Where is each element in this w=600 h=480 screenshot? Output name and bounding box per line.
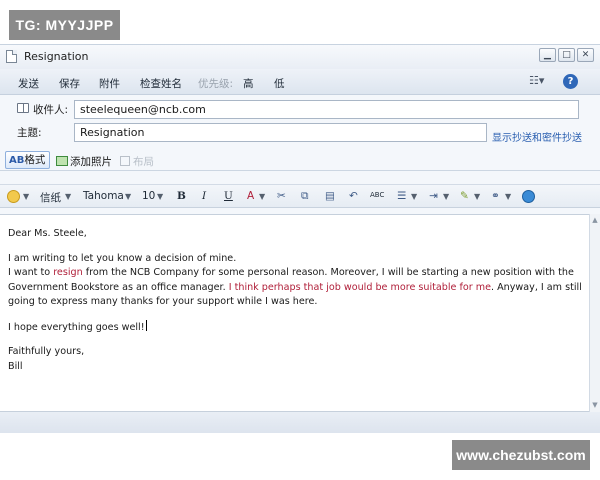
highlight-dropdown-icon[interactable]: ▼ bbox=[474, 192, 480, 201]
format-icon: AB bbox=[9, 155, 25, 166]
subject-field[interactable] bbox=[74, 123, 487, 142]
body-line-2-a: I want to bbox=[8, 267, 54, 278]
paste-icon[interactable]: ▤ bbox=[325, 190, 335, 202]
body-line-1: I am writing to let you know a decision … bbox=[8, 252, 237, 264]
check-names-button[interactable]: 检查姓名 bbox=[140, 76, 182, 91]
show-cc-bcc-link[interactable]: 显示抄送和密件抄送 bbox=[492, 129, 582, 144]
format-button[interactable]: AB格式 bbox=[5, 151, 50, 169]
send-button[interactable]: 发送 bbox=[18, 76, 39, 91]
priority-low-button[interactable]: 低 bbox=[274, 76, 285, 91]
stationery-dropdown-icon[interactable]: ▼ bbox=[65, 192, 71, 201]
emoticon-dropdown-icon[interactable]: ▼ bbox=[23, 192, 29, 201]
text-cursor bbox=[145, 319, 147, 331]
link-dropdown-icon[interactable]: ▼ bbox=[505, 192, 511, 201]
body-line-5: I hope everything goes well! bbox=[8, 319, 583, 336]
size-select[interactable]: 10 bbox=[142, 190, 155, 202]
body-line-5-text: I hope everything goes well! bbox=[8, 321, 145, 333]
address-book-icon[interactable] bbox=[17, 103, 29, 113]
closing-line: Faithfully yours, bbox=[8, 346, 85, 357]
photo-icon bbox=[56, 156, 68, 166]
scroll-up-icon[interactable]: ▲ bbox=[591, 216, 599, 224]
link-icon[interactable]: ⚭ bbox=[491, 190, 500, 202]
layout-icon bbox=[120, 156, 130, 166]
highlight-icon[interactable]: ✎ bbox=[460, 190, 469, 202]
close-button[interactable]: ✕ bbox=[577, 48, 594, 62]
bullet-list-icon[interactable]: ☰ bbox=[397, 190, 406, 202]
body-line-2-c: from the NCB Company for some personal r… bbox=[82, 267, 574, 278]
signature-line: Bill bbox=[8, 360, 23, 372]
to-label: 收件人: bbox=[33, 104, 69, 116]
spell-check-button[interactable]: ABC bbox=[370, 191, 384, 199]
insert-toolbar: AB格式 添加照片 布局 bbox=[0, 149, 600, 171]
document-icon bbox=[6, 50, 17, 63]
watermark-top-left: TG: MYYJJPP bbox=[9, 10, 120, 40]
indent-icon[interactable]: ⇥ bbox=[429, 190, 438, 202]
window-title: Resignation bbox=[24, 50, 89, 63]
globe-icon[interactable] bbox=[522, 190, 535, 203]
address-header: 收件人: 主题: 显示抄送和密件抄送 bbox=[0, 96, 600, 148]
to-field[interactable] bbox=[74, 100, 579, 119]
subject-label: 主题: bbox=[17, 127, 42, 139]
priority-label: 优先级: bbox=[198, 78, 234, 90]
body-line-2: I want to resign from the NCB Company fo… bbox=[8, 266, 583, 281]
format-toolbar: ▼ 信纸 ▼ Tahoma ▼ 10 ▼ B I U A ▼ ✂ ⧉ ▤ ↶ A… bbox=[0, 184, 600, 208]
add-photo-label: 添加照片 bbox=[70, 156, 112, 168]
font-color-dropdown-icon[interactable]: ▼ bbox=[259, 192, 265, 201]
attach-button[interactable]: 附件 bbox=[99, 76, 120, 91]
font-color-button[interactable]: A bbox=[247, 190, 254, 202]
compose-window: Resignation ▁ □ ✕ 发送 保存 附件 检查姓名 优先级: 高 低… bbox=[0, 44, 600, 433]
bold-button[interactable]: B bbox=[177, 190, 186, 202]
emoticon-icon[interactable] bbox=[7, 190, 20, 203]
watermark-bottom-right: www.chezubst.com bbox=[452, 440, 590, 470]
font-dropdown-icon[interactable]: ▼ bbox=[125, 192, 131, 201]
message-body[interactable]: Dear Ms. Steele, I am writing to let you… bbox=[0, 214, 589, 412]
highlighted-word: resign bbox=[53, 267, 83, 278]
menu-icon[interactable]: ☷▾ bbox=[529, 74, 544, 87]
priority-high-button[interactable]: 高 bbox=[243, 76, 254, 91]
scroll-down-icon[interactable]: ▼ bbox=[591, 401, 599, 409]
maximize-button[interactable]: □ bbox=[558, 48, 575, 62]
save-button[interactable]: 保存 bbox=[59, 76, 80, 91]
body-line-3: Government Bookstore as an office manage… bbox=[8, 281, 583, 296]
list-dropdown-icon[interactable]: ▼ bbox=[411, 192, 417, 201]
greeting-line: Dear Ms. Steele, bbox=[8, 228, 87, 239]
italic-button[interactable]: I bbox=[202, 190, 206, 202]
body-line-3-a: Government Bookstore as an office manage… bbox=[8, 281, 229, 293]
layout-label: 布局 bbox=[133, 156, 154, 168]
status-bar bbox=[0, 412, 600, 433]
title-bar: Resignation ▁ □ ✕ bbox=[0, 45, 600, 69]
body-line-4: going to express many thanks for your su… bbox=[8, 296, 318, 307]
layout-button[interactable]: 布局 bbox=[120, 154, 154, 169]
stationery-button[interactable]: 信纸 bbox=[40, 190, 61, 205]
size-dropdown-icon[interactable]: ▼ bbox=[157, 192, 163, 201]
vertical-scrollbar[interactable]: ▲ ▼ bbox=[589, 214, 600, 412]
help-icon[interactable]: ? bbox=[563, 74, 578, 89]
format-label: 格式 bbox=[24, 154, 46, 166]
undo-icon[interactable]: ↶ bbox=[349, 190, 358, 202]
cut-icon[interactable]: ✂ bbox=[277, 190, 286, 202]
highlighted-phrase: I think perhaps that job would be more s… bbox=[228, 281, 491, 293]
underline-button[interactable]: U bbox=[224, 190, 233, 202]
font-select[interactable]: Tahoma bbox=[83, 190, 124, 202]
copy-icon[interactable]: ⧉ bbox=[301, 190, 309, 203]
minimize-button[interactable]: ▁ bbox=[539, 48, 556, 62]
add-photo-button[interactable]: 添加照片 bbox=[56, 154, 112, 169]
body-line-3-c: . Anyway, I am still bbox=[491, 281, 582, 293]
indent-dropdown-icon[interactable]: ▼ bbox=[443, 192, 449, 201]
message-text[interactable]: Dear Ms. Steele, I am writing to let you… bbox=[8, 227, 583, 374]
action-toolbar: 发送 保存 附件 检查姓名 优先级: 高 低 ☷▾ ? bbox=[0, 69, 600, 95]
